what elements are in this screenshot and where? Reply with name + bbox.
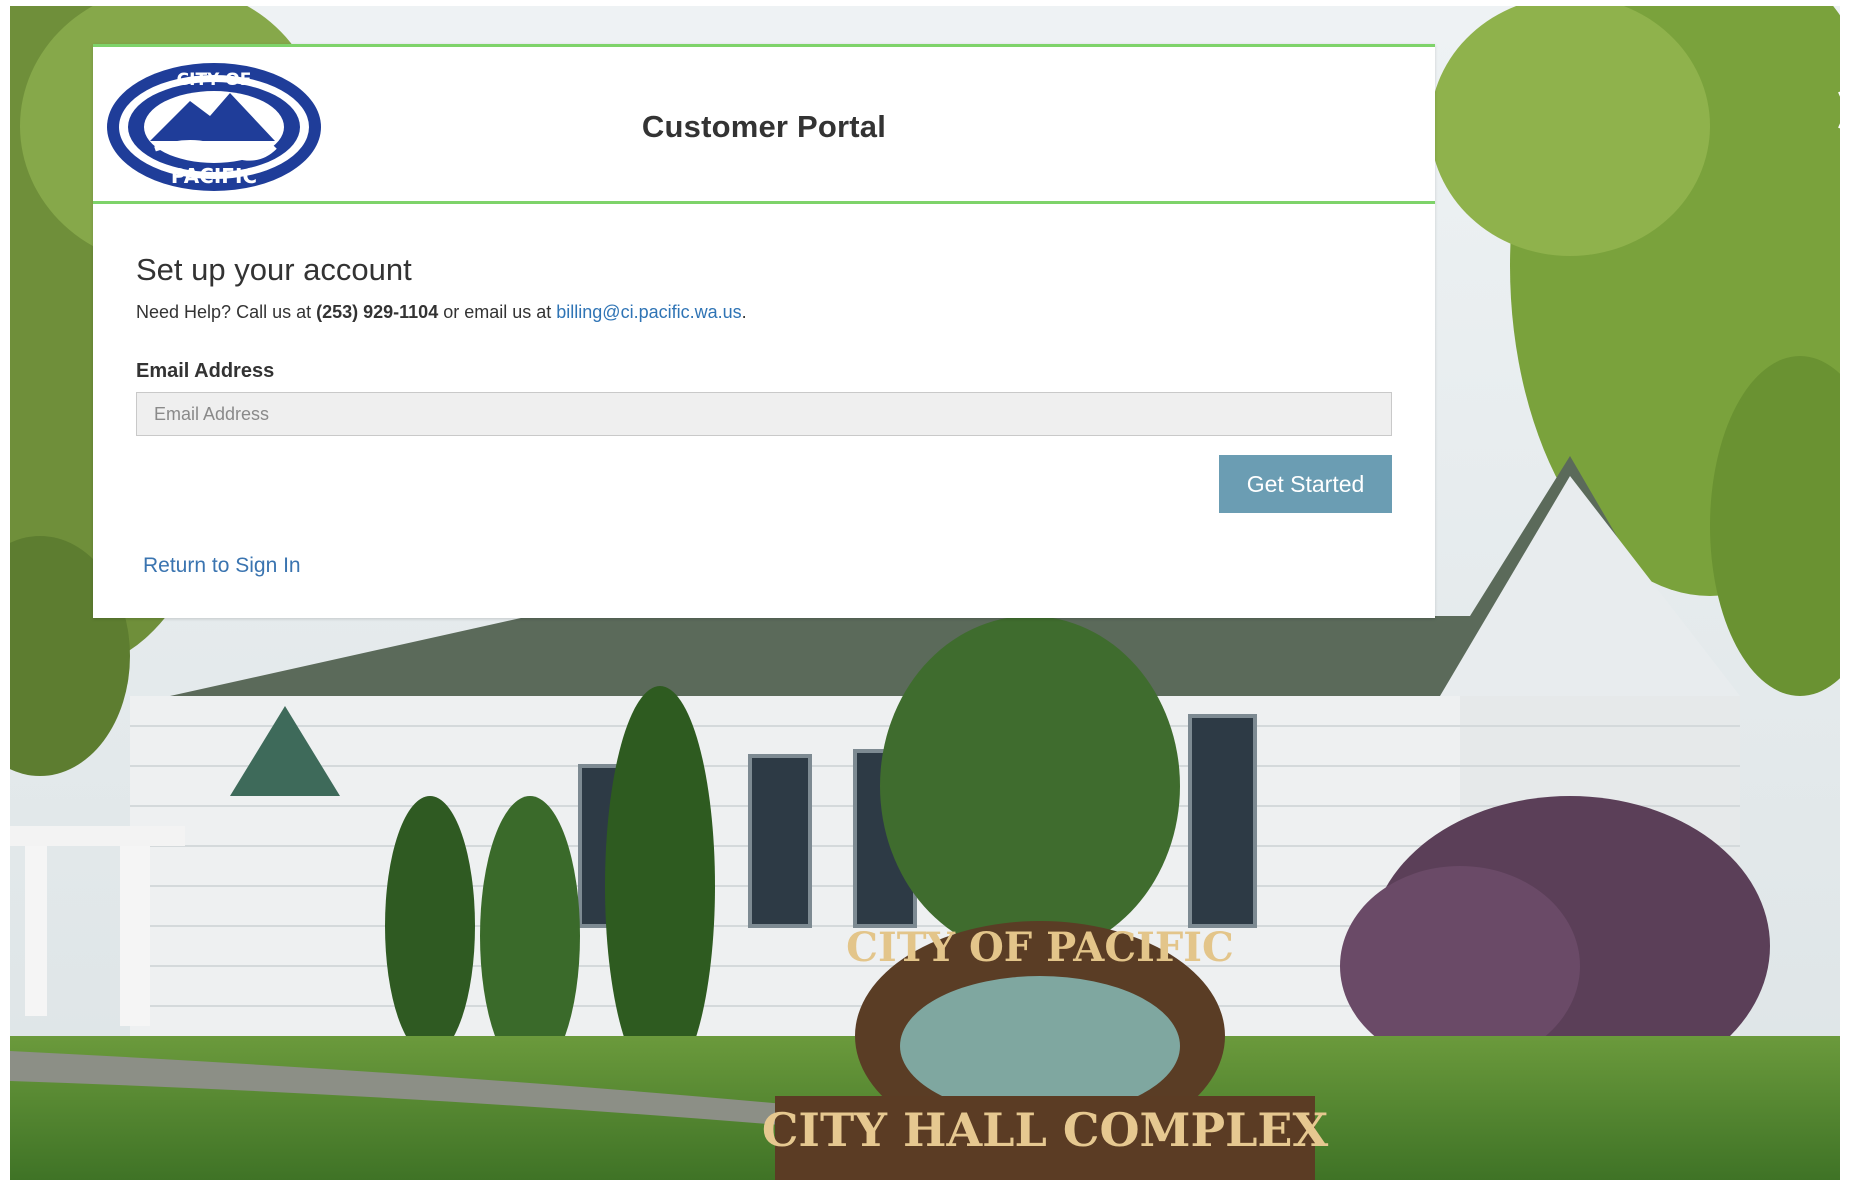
portal-header: CITY OF PACIFIC Customer Portal [93,44,1435,204]
chevron-right-icon [1838,91,1848,129]
help-prefix: Need Help? Call us at [136,302,317,322]
logo-text-top: CITY OF [177,70,252,90]
page: CITY OF PACIFIC CITY HALL COMPLEX CITY O… [0,0,1850,1180]
sign-top-text: CITY OF PACIFIC [846,924,1234,971]
setup-heading: Set up your account [136,252,412,287]
page-title: Customer Portal [641,109,887,144]
setup-account-card: CITY OF PACIFIC Customer Portal Set up y… [93,44,1435,618]
email-label: Email Address [136,360,275,382]
help-text: Need Help? Call us at (253) 929-1104 or … [136,302,747,323]
help-phone: (253) 929-1104 [316,302,439,322]
sign-bottom-text: CITY HALL COMPLEX [762,1103,1329,1157]
help-middle: or email us at [438,302,557,322]
return-to-sign-in-link[interactable]: Return to Sign In [143,554,301,578]
help-email-link[interactable]: billing@ci.pacific.wa.us [556,302,741,322]
email-field[interactable] [136,392,1392,436]
logo-text-bottom: PACIFIC [171,164,257,188]
help-suffix: . [741,302,747,322]
get-started-button[interactable]: Get Started [1219,455,1392,513]
